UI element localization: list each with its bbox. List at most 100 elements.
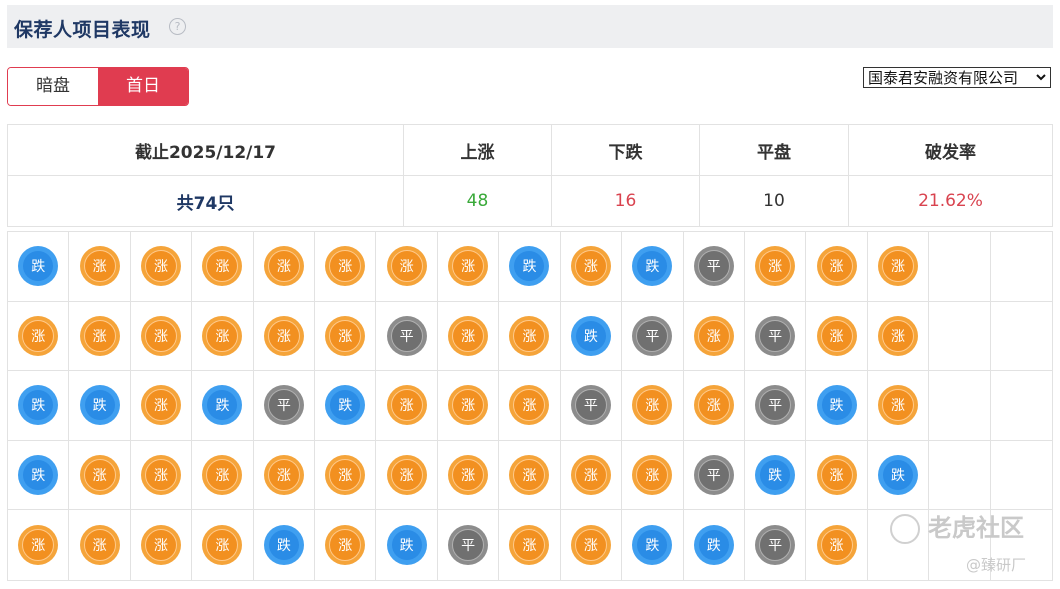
result-up-badge[interactable]: 涨 xyxy=(325,525,366,566)
result-up-badge[interactable]: 涨 xyxy=(202,246,243,287)
grid-cell: 涨 xyxy=(622,440,684,511)
grid-cell: 涨 xyxy=(376,232,438,302)
period-toggle[interactable]: 暗盘 首日 xyxy=(7,67,189,106)
grid-cell: 涨 xyxy=(192,510,254,580)
result-up-badge[interactable]: 涨 xyxy=(79,455,120,496)
result-up-badge[interactable]: 涨 xyxy=(877,385,918,426)
result-flat-badge[interactable]: 平 xyxy=(632,315,673,356)
result-up-badge[interactable]: 涨 xyxy=(448,246,489,287)
grid-cell: 涨 xyxy=(315,232,377,302)
result-badge-label: 涨 xyxy=(574,529,607,562)
result-up-badge[interactable]: 涨 xyxy=(570,525,611,566)
result-up-badge[interactable]: 涨 xyxy=(202,315,243,356)
result-up-badge[interactable]: 涨 xyxy=(386,455,427,496)
result-down-badge[interactable]: 跌 xyxy=(79,385,120,426)
result-down-badge[interactable]: 跌 xyxy=(632,525,673,566)
result-up-badge[interactable]: 涨 xyxy=(141,385,182,426)
result-down-badge[interactable]: 跌 xyxy=(18,246,59,287)
result-badge-label: 跌 xyxy=(391,530,422,561)
tab-first-day[interactable]: 首日 xyxy=(98,68,188,105)
result-up-badge[interactable]: 涨 xyxy=(816,315,857,356)
result-down-badge[interactable]: 跌 xyxy=(570,315,611,356)
result-badge-label: 跌 xyxy=(698,530,729,561)
result-up-badge[interactable]: 涨 xyxy=(263,455,304,496)
result-up-badge[interactable]: 涨 xyxy=(386,246,427,287)
result-down-badge[interactable]: 跌 xyxy=(263,525,304,566)
result-down-badge[interactable]: 跌 xyxy=(509,246,550,287)
result-up-badge[interactable]: 涨 xyxy=(448,385,489,426)
result-up-badge[interactable]: 涨 xyxy=(141,315,182,356)
result-down-badge[interactable]: 跌 xyxy=(632,246,673,287)
header-as-of-date: 截止2025/12/17 xyxy=(7,124,404,176)
result-up-badge[interactable]: 涨 xyxy=(509,315,550,356)
result-flat-badge[interactable]: 平 xyxy=(386,315,427,356)
grid-cell: 涨 xyxy=(376,371,438,441)
result-flat-badge[interactable]: 平 xyxy=(693,246,734,287)
result-flat-badge[interactable]: 平 xyxy=(263,385,304,426)
result-down-badge[interactable]: 跌 xyxy=(325,385,366,426)
result-up-badge[interactable]: 涨 xyxy=(816,246,857,287)
grid-cell: 涨 xyxy=(69,440,131,511)
help-icon[interactable]: ? xyxy=(169,18,186,35)
result-badge-label: 涨 xyxy=(513,459,546,492)
result-up-badge[interactable]: 涨 xyxy=(263,315,304,356)
result-down-badge[interactable]: 跌 xyxy=(18,455,59,496)
result-flat-badge[interactable]: 平 xyxy=(570,385,611,426)
result-down-badge[interactable]: 跌 xyxy=(755,455,796,496)
result-down-badge[interactable]: 跌 xyxy=(816,385,857,426)
result-up-badge[interactable]: 涨 xyxy=(79,525,120,566)
result-up-badge[interactable]: 涨 xyxy=(509,455,550,496)
result-up-badge[interactable]: 涨 xyxy=(693,385,734,426)
result-up-badge[interactable]: 涨 xyxy=(202,525,243,566)
result-up-badge[interactable]: 涨 xyxy=(325,246,366,287)
result-up-badge[interactable]: 涨 xyxy=(18,315,59,356)
result-up-badge[interactable]: 涨 xyxy=(79,246,120,287)
result-down-badge[interactable]: 跌 xyxy=(693,525,734,566)
grid-cell: 涨 xyxy=(867,301,930,372)
grid-cell xyxy=(929,371,991,441)
result-up-badge[interactable]: 涨 xyxy=(816,455,857,496)
result-badge-label: 涨 xyxy=(329,319,362,352)
result-flat-badge[interactable]: 平 xyxy=(755,315,796,356)
result-up-badge[interactable]: 涨 xyxy=(386,385,427,426)
result-up-badge[interactable]: 涨 xyxy=(755,246,796,287)
result-up-badge[interactable]: 涨 xyxy=(816,525,857,566)
result-up-badge[interactable]: 涨 xyxy=(141,455,182,496)
sponsor-select[interactable]: 国泰君安融资有限公司 xyxy=(863,67,1051,88)
result-down-badge[interactable]: 跌 xyxy=(386,525,427,566)
tab-dark-market[interactable]: 暗盘 xyxy=(8,68,98,105)
result-up-badge[interactable]: 涨 xyxy=(202,455,243,496)
result-up-badge[interactable]: 涨 xyxy=(570,455,611,496)
grid-cell: 涨 xyxy=(130,232,193,302)
result-up-badge[interactable]: 涨 xyxy=(632,455,673,496)
result-up-badge[interactable]: 涨 xyxy=(877,246,918,287)
result-up-badge[interactable]: 涨 xyxy=(448,315,489,356)
result-flat-badge[interactable]: 平 xyxy=(755,385,796,426)
grid-cell: 涨 xyxy=(744,232,807,302)
header-break-rate: 破发率 xyxy=(848,124,1053,176)
result-up-badge[interactable]: 涨 xyxy=(877,315,918,356)
result-up-badge[interactable]: 涨 xyxy=(141,246,182,287)
result-badge-label: 平 xyxy=(759,389,792,422)
result-up-badge[interactable]: 涨 xyxy=(141,525,182,566)
result-up-badge[interactable]: 涨 xyxy=(509,525,550,566)
result-up-badge[interactable]: 涨 xyxy=(325,315,366,356)
grid-cell: 涨 xyxy=(437,301,500,372)
result-up-badge[interactable]: 涨 xyxy=(448,455,489,496)
result-down-badge[interactable]: 跌 xyxy=(18,385,59,426)
result-up-badge[interactable]: 涨 xyxy=(632,385,673,426)
result-down-badge[interactable]: 跌 xyxy=(202,385,243,426)
result-up-badge[interactable]: 涨 xyxy=(79,315,120,356)
result-up-badge[interactable]: 涨 xyxy=(570,246,611,287)
result-flat-badge[interactable]: 平 xyxy=(755,525,796,566)
result-flat-badge[interactable]: 平 xyxy=(693,455,734,496)
result-up-badge[interactable]: 涨 xyxy=(693,315,734,356)
result-up-badge[interactable]: 涨 xyxy=(325,455,366,496)
result-down-badge[interactable]: 跌 xyxy=(877,455,918,496)
result-flat-badge[interactable]: 平 xyxy=(448,525,489,566)
result-up-badge[interactable]: 涨 xyxy=(263,246,304,287)
flat-count: 10 xyxy=(699,175,849,227)
result-up-badge[interactable]: 涨 xyxy=(18,525,59,566)
grid-cell: 跌 xyxy=(867,440,930,511)
result-up-badge[interactable]: 涨 xyxy=(509,385,550,426)
